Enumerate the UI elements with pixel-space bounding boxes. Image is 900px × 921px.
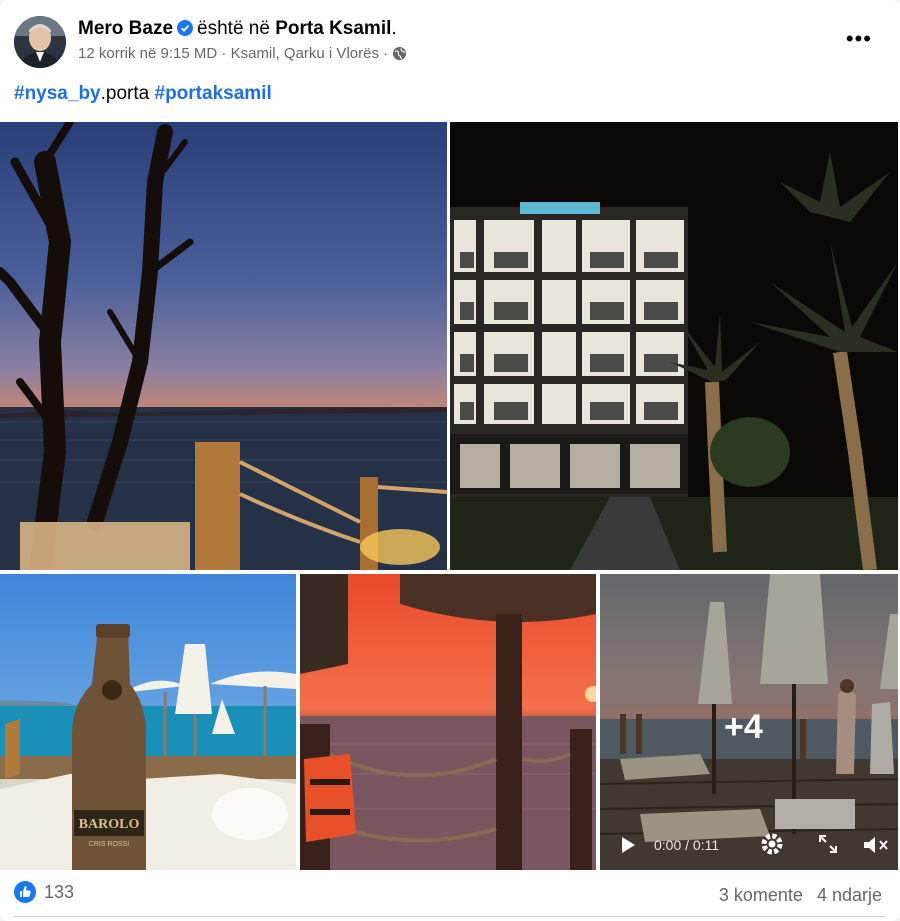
bottle-label-subtext: CRIS ROSSI [89,841,130,848]
post-card: Mero Baze është në Porta Ksamil. 12 korri… [0,0,900,921]
gallery-photo-red-sunset[interactable] [300,574,596,870]
caption-text: .porta [100,83,150,104]
volume-icon[interactable] [862,834,890,859]
meta-separator: · [383,45,389,62]
comments-count-link[interactable]: 3 komente [719,885,803,905]
video-time: 0:00 / 0:11 [654,837,720,853]
bottle-label-text: BAROLO [79,817,140,832]
post-date[interactable]: 12 korrik në 9:15 MD [78,45,217,62]
like-reaction-icon [14,881,36,903]
reaction-count: 133 [44,882,75,902]
post-location[interactable]: Ksamil, Qarku i Vlorës [231,45,379,62]
footer-divider [14,916,886,917]
hashtag-link[interactable]: #portaksamil [155,83,272,104]
gallery-photo-wine-bottle[interactable]: BAROLO CRIS ROSSI [0,574,296,870]
period-text: . [391,18,397,39]
settings-gear-icon[interactable] [760,832,784,859]
more-options-icon[interactable]: ••• [846,26,872,52]
engagement-stats: 3 komente 4 ndarje [705,885,882,906]
meta-separator: · [221,45,227,62]
post-caption: #nysa_by.porta #portaksamil [14,83,272,105]
play-icon[interactable] [620,836,636,857]
post-header-title: Mero Baze është në Porta Ksamil. [78,18,397,42]
reaction-summary[interactable]: 133 [14,881,74,903]
gallery-photo-hotel-night[interactable] [450,122,898,570]
author-name[interactable]: Mero Baze [78,18,173,39]
avatar-image [14,16,66,68]
expand-icon[interactable] [818,834,838,857]
video-controls: 0:00 / 0:11 [600,828,898,864]
globe-icon [392,46,407,65]
post-meta: 12 korrik në 9:15 MD · Ksamil, Qarku i V… [78,45,407,65]
is-at-text: është në [197,18,270,39]
verified-badge-icon [177,20,194,42]
place-link[interactable]: Porta Ksamil [275,18,391,39]
gallery-photo-sunset[interactable] [0,122,447,570]
gallery-video-more[interactable]: +4 [600,574,898,870]
author-avatar[interactable] [14,16,66,68]
shares-count-link[interactable]: 4 ndarje [817,885,882,905]
hashtag-link[interactable]: #nysa_by [14,83,101,104]
more-photos-count[interactable]: +4 [724,708,763,747]
